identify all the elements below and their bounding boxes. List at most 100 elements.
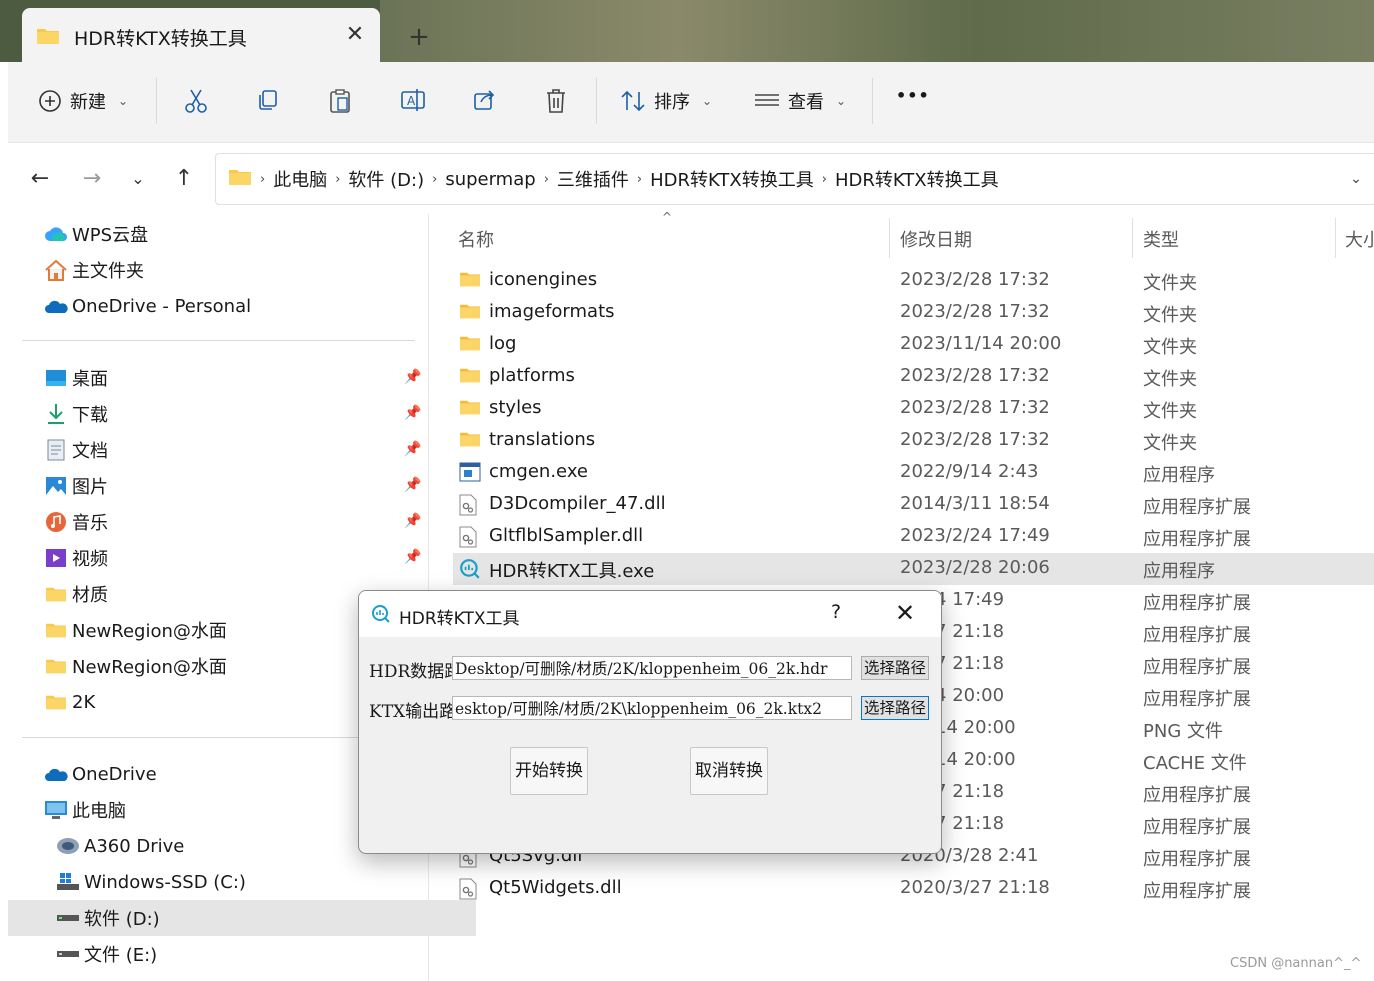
folder-icon	[459, 334, 481, 356]
file-row[interactable]: log 2023/11/14 20:00 文件夹	[453, 329, 1374, 361]
file-name: styles	[489, 397, 542, 418]
sidebar-item-drive-c[interactable]: Windows-SSD (C:)	[8, 864, 476, 900]
cancel-convert-button[interactable]: 取消转换	[690, 747, 768, 795]
cut-button[interactable]	[184, 88, 208, 114]
close-tab-icon[interactable]: ✕	[340, 20, 370, 50]
pin-icon[interactable]: 📌	[404, 549, 421, 565]
pin-icon[interactable]: 📌	[404, 513, 421, 529]
sidebar-item-downloads[interactable]: 下载 📌	[8, 396, 464, 432]
column-divider[interactable]	[889, 218, 890, 258]
file-type: 应用程序扩展	[1143, 657, 1251, 678]
paste-button[interactable]	[328, 88, 352, 114]
clipboard-icon	[328, 88, 352, 114]
breadcrumb-drive-d[interactable]: 软件 (D:)	[348, 166, 424, 192]
file-row[interactable]: imageformats 2023/2/28 17:32 文件夹	[453, 297, 1374, 329]
start-convert-button[interactable]: 开始转换	[510, 747, 588, 795]
sidebar-item-onedrive-personal[interactable]: OneDrive - Personal	[8, 288, 464, 324]
file-type: 应用程序扩展	[1143, 849, 1251, 870]
file-type: 应用程序	[1143, 561, 1215, 582]
sidebar-item-music[interactable]: 音乐 📌	[8, 504, 464, 540]
sidebar-item-home[interactable]: 主文件夹	[8, 252, 464, 288]
column-header-date[interactable]: 修改日期	[900, 226, 972, 252]
view-button[interactable]: 查看 ⌄	[754, 88, 846, 114]
file-type: 应用程序	[1143, 465, 1215, 486]
sidebar-item-drive-d[interactable]: 软件 (D:)	[8, 900, 476, 936]
dialog-title: HDR转KTX工具	[399, 609, 520, 629]
pin-icon[interactable]: 📌	[404, 405, 421, 421]
sidebar-item-videos[interactable]: 视频 📌	[8, 540, 464, 576]
breadcrumb-3d-plugins[interactable]: 三维插件	[557, 166, 629, 192]
more-options-icon[interactable]: •••	[896, 86, 930, 105]
download-icon	[44, 402, 68, 426]
share-button[interactable]	[472, 88, 496, 112]
breadcrumb-tool-folder[interactable]: HDR转KTX转换工具	[650, 166, 814, 192]
address-bar[interactable]: › 此电脑 › 软件 (D:) › supermap › 三维插件 › HDR转…	[215, 153, 1374, 205]
file-row[interactable]: iconengines 2023/2/28 17:32 文件夹	[453, 265, 1374, 297]
sidebar-item-wps-cloud[interactable]: WPS云盘	[8, 216, 464, 252]
browse-ktx-button[interactable]: 选择路径	[861, 696, 929, 720]
help-icon[interactable]: ?	[821, 601, 851, 623]
back-arrow-icon[interactable]: ←	[22, 161, 58, 197]
column-divider[interactable]	[1335, 218, 1336, 258]
up-arrow-icon[interactable]: ↑	[166, 161, 202, 197]
hdr-path-input[interactable]: Desktop/可删除/材质/2K/kloppenheim_06_2k.hdr	[452, 656, 852, 680]
address-dropdown-icon[interactable]: ⌄	[1341, 164, 1371, 194]
file-row[interactable]: cmgen.exe 2022/9/14 2:43 应用程序	[453, 457, 1374, 489]
breadcrumb-tool-subfolder[interactable]: HDR转KTX转换工具	[835, 166, 999, 192]
file-row[interactable]: translations 2023/2/28 17:32 文件夹	[453, 425, 1374, 457]
sidebar-item-label: NewRegion@水面	[72, 621, 227, 642]
file-row[interactable]: Qt5Widgets.dll 2020/3/27 21:18 应用程序扩展	[453, 873, 1374, 905]
column-header-name[interactable]: 名称	[458, 226, 494, 252]
file-date: 2023/2/28 17:32	[900, 269, 1050, 290]
home-icon	[44, 258, 68, 282]
folder-icon	[459, 366, 481, 388]
a360-drive-icon	[56, 834, 80, 858]
forward-arrow-icon[interactable]: →	[74, 161, 110, 197]
file-row[interactable]: HDR转KTX工具.exe 2023/2/28 20:06 应用程序	[453, 553, 1374, 585]
this-pc-icon	[44, 798, 68, 822]
file-date: 2020/3/27 21:18	[900, 877, 1050, 898]
app-icon	[459, 558, 481, 580]
breadcrumb-this-pc[interactable]: 此电脑	[273, 166, 327, 192]
chevron-right-icon: ›	[260, 171, 266, 187]
new-tab-button[interactable]: +	[404, 22, 434, 52]
chevron-down-icon: ⌄	[118, 94, 129, 108]
folder-icon	[228, 167, 252, 192]
hdr-ktx-dialog: HDR转KTX工具 ? ✕ HDR数据路 Desktop/可删除/材质/2K/k…	[358, 590, 942, 854]
delete-button[interactable]	[544, 88, 568, 114]
sidebar-item-label: 下载	[72, 405, 108, 426]
pin-icon[interactable]: 📌	[404, 477, 421, 493]
file-name: iconengines	[489, 269, 598, 290]
copy-button[interactable]	[256, 88, 280, 112]
sidebar-item-pictures[interactable]: 图片 📌	[8, 468, 464, 504]
sidebar-item-label: OneDrive	[72, 763, 157, 785]
tab-current[interactable]: HDR转KTX转换工具 ✕	[22, 8, 380, 62]
breadcrumb-supermap[interactable]: supermap	[445, 169, 535, 190]
folder-icon	[459, 302, 481, 324]
file-row[interactable]: platforms 2023/2/28 17:32 文件夹	[453, 361, 1374, 393]
column-header-bar: ^ 名称 修改日期 类型 大小	[440, 210, 1374, 260]
close-icon[interactable]: ✕	[889, 599, 921, 627]
chevron-right-icon: ›	[335, 171, 341, 187]
pin-icon[interactable]: 📌	[404, 441, 421, 457]
pin-icon[interactable]: 📌	[404, 369, 421, 385]
rename-button[interactable]: A	[400, 88, 426, 112]
chevron-right-icon: ›	[543, 171, 549, 187]
file-row[interactable]: styles 2023/2/28 17:32 文件夹	[453, 393, 1374, 425]
documents-icon	[44, 438, 68, 462]
sidebar-item-drive-e[interactable]: 文件 (E:)	[8, 936, 476, 972]
column-header-size[interactable]: 大小	[1345, 226, 1374, 252]
column-header-type[interactable]: 类型	[1143, 226, 1179, 252]
recent-chevron-icon[interactable]: ⌄	[120, 161, 156, 197]
sidebar-item-desktop[interactable]: 桌面 📌	[8, 360, 464, 396]
file-row[interactable]: D3Dcompiler_47.dll 2014/3/11 18:54 应用程序扩展	[453, 489, 1374, 521]
sidebar-item-documents[interactable]: 文档 📌	[8, 432, 464, 468]
new-button[interactable]: 新建 ⌄	[38, 88, 128, 114]
sort-button[interactable]: 排序 ⌄	[620, 88, 712, 114]
divider	[596, 78, 597, 124]
file-row[interactable]: GltflblSampler.dll 2023/2/24 17:49 应用程序扩展	[453, 521, 1374, 553]
file-date: 2023/11/14 20:00	[900, 333, 1062, 354]
ktx-path-input[interactable]: esktop/可删除/材质/2K\kloppenheim_06_2k.ktx2	[452, 696, 852, 720]
browse-hdr-button[interactable]: 选择路径	[861, 656, 929, 680]
column-divider[interactable]	[1132, 218, 1133, 258]
